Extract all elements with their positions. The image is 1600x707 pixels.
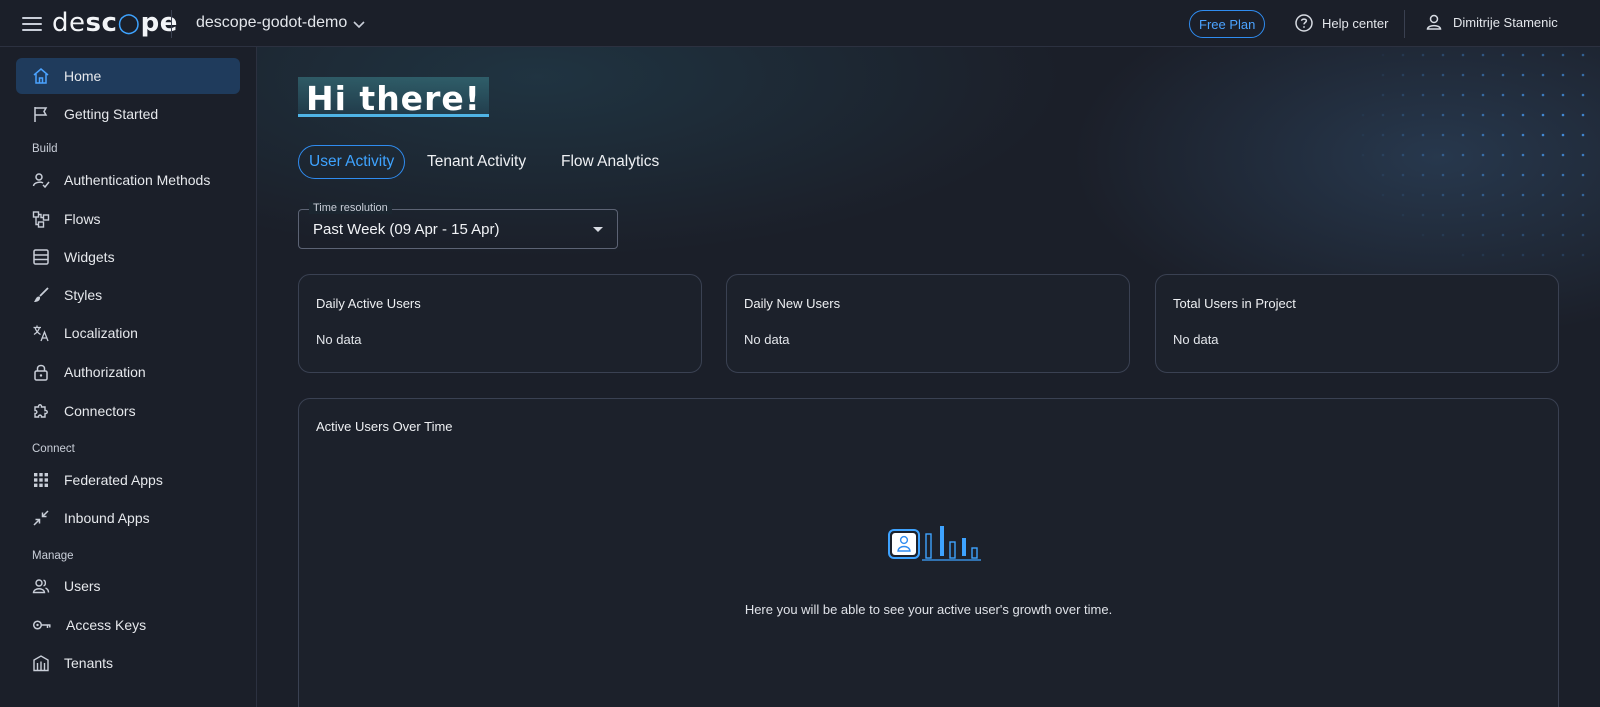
active-users-chart-card: Active Users Over Time Here you will be … (298, 398, 1559, 707)
time-resolution-value: Past Week (09 Apr - 15 Apr) (313, 221, 500, 238)
card-title: Daily New Users (744, 296, 841, 311)
card-value: No data (744, 332, 790, 347)
decorative-dots (1361, 53, 1585, 257)
sidebar-item-label: Flows (64, 211, 101, 227)
empty-chart-icon (888, 526, 981, 561)
user-check-icon (32, 173, 50, 189)
sidebar-item-federated-apps[interactable]: Federated Apps (16, 462, 240, 498)
translate-icon (33, 325, 49, 342)
sidebar-item-label: Connectors (64, 403, 136, 419)
card-value: No data (1173, 332, 1219, 347)
lock-icon (34, 364, 48, 381)
stat-card-daily-new-users: Daily New Users No data (726, 274, 1130, 373)
sidebar-item-authentication-methods[interactable]: Authentication Methods (16, 162, 240, 198)
chevron-down-icon (353, 20, 365, 28)
sidebar-item-widgets[interactable]: Widgets (16, 239, 240, 275)
descope-logo[interactable]: desc○pe (52, 8, 178, 38)
main-content: Hi there! User Activity Tenant Activity … (257, 47, 1600, 707)
page-title: Hi there! (298, 77, 489, 118)
empty-state-message: Here you will be able to see your active… (744, 602, 1113, 617)
top-bar: desc○pe descope-godot-demo Free Plan Hel… (0, 0, 1600, 47)
key-icon (32, 620, 51, 630)
card-title: Total Users in Project (1173, 296, 1296, 311)
sidebar-item-label: Authorization (64, 364, 146, 380)
apps-grid-icon (34, 473, 48, 487)
divider (1404, 10, 1405, 38)
sidebar-item-users[interactable]: Users (16, 568, 240, 604)
help-center-link[interactable]: Help center (1294, 13, 1388, 33)
divider (171, 10, 172, 38)
building-icon (33, 655, 49, 672)
sidebar-item-label: Access Keys (66, 617, 147, 633)
sidebar-item-styles[interactable]: Styles (16, 277, 240, 313)
sidebar: Home Getting Started Build Authenticatio… (0, 47, 257, 707)
caret-down-icon (593, 227, 603, 232)
puzzle-icon (34, 404, 48, 418)
user-icon (1426, 14, 1442, 30)
free-plan-button[interactable]: Free Plan (1189, 10, 1266, 38)
help-center-label: Help center (1322, 15, 1389, 31)
sidebar-item-label: Styles (64, 287, 103, 303)
time-resolution-select[interactable]: Time resolution Past Week (09 Apr - 15 A… (298, 202, 618, 249)
home-icon (33, 68, 49, 84)
sidebar-item-flows[interactable]: Flows (16, 201, 240, 237)
time-resolution-label: Time resolution (309, 202, 392, 214)
sidebar-item-label: Localization (64, 325, 138, 341)
sidebar-item-label: Widgets (64, 249, 115, 265)
section-build: Build (32, 143, 58, 155)
collapse-arrows-icon (33, 510, 49, 526)
sidebar-item-label: Users (64, 578, 101, 594)
sidebar-item-localization[interactable]: Localization (16, 315, 240, 351)
project-selector[interactable]: descope-godot-demo (196, 14, 365, 32)
stat-card-total-users: Total Users in Project No data (1155, 274, 1559, 373)
sidebar-item-label: Inbound Apps (64, 510, 150, 526)
user-menu[interactable]: Dimitrije Stamenic (1425, 13, 1558, 31)
sidebar-item-label: Authentication Methods (64, 172, 211, 188)
flag-icon (34, 107, 48, 122)
card-title: Daily Active Users (316, 296, 421, 311)
menu-icon[interactable] (20, 13, 44, 35)
sidebar-item-label: Home (64, 68, 102, 84)
sidebar-item-label: Tenants (64, 655, 114, 671)
sidebar-item-inbound-apps[interactable]: Inbound Apps (16, 500, 240, 536)
brush-icon (34, 287, 49, 302)
tab-tenant-activity[interactable]: Tenant Activity (417, 145, 536, 179)
tab-user-activity[interactable]: User Activity (298, 145, 406, 179)
sidebar-item-getting-started[interactable]: Getting Started (16, 96, 240, 132)
sidebar-item-label: Federated Apps (64, 472, 163, 488)
users-icon (32, 579, 50, 594)
project-name: descope-godot-demo (196, 14, 348, 31)
help-icon (1295, 14, 1313, 32)
widgets-icon (33, 249, 49, 265)
sidebar-item-access-keys[interactable]: Access Keys (16, 607, 240, 643)
sidebar-item-tenants[interactable]: Tenants (16, 645, 240, 681)
flow-icon (32, 211, 50, 228)
sidebar-item-connectors[interactable]: Connectors (16, 393, 240, 429)
chart-title: Active Users Over Time (316, 419, 453, 434)
tab-flow-analytics[interactable]: Flow Analytics (551, 145, 669, 179)
card-value: No data (316, 332, 362, 347)
section-manage: Manage (32, 550, 74, 562)
sidebar-item-authorization[interactable]: Authorization (16, 354, 240, 390)
sidebar-item-label: Getting Started (64, 106, 159, 122)
sidebar-item-home[interactable]: Home (16, 58, 240, 94)
stat-card-daily-active-users: Daily Active Users No data (298, 274, 702, 373)
user-name: Dimitrije Stamenic (1453, 14, 1558, 30)
section-connect: Connect (32, 443, 75, 455)
